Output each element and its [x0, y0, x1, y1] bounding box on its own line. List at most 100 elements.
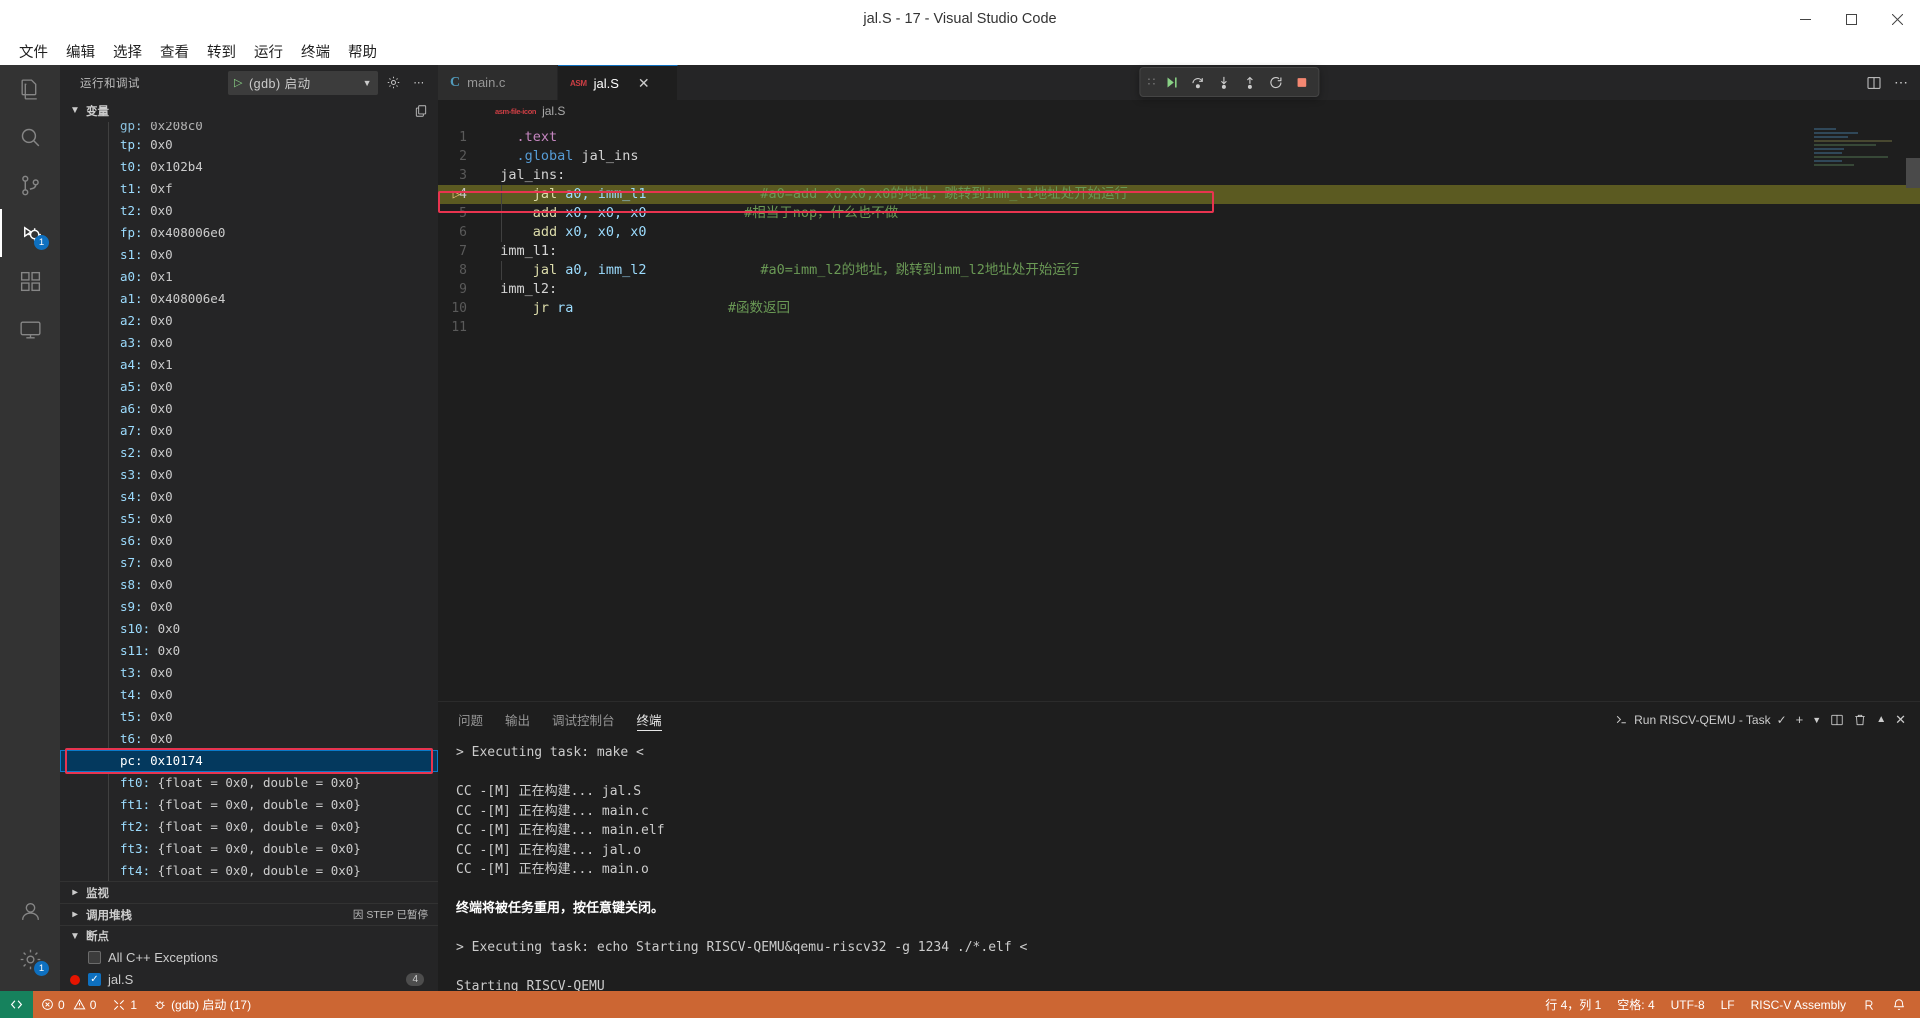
breakpoint-checkbox[interactable]: ✓ [88, 973, 101, 986]
variable-row[interactable]: a7: 0x0 [60, 420, 438, 442]
variable-row[interactable]: ft3: {float = 0x0, double = 0x0} [60, 838, 438, 860]
menu-go[interactable]: 转到 [198, 39, 245, 64]
variable-row[interactable]: ft4: {float = 0x0, double = 0x0} [60, 860, 438, 881]
status-language-mode[interactable]: RISC-V Assembly [1743, 991, 1854, 1018]
code-line[interactable]: 11 [438, 318, 1920, 337]
status-cursor-position[interactable]: 行 4，列 1 [1537, 991, 1609, 1018]
activitybar-item-accounts[interactable] [0, 887, 60, 935]
breakpoint-row[interactable]: All C++ Exceptions [60, 947, 438, 969]
status-notifications[interactable] [1884, 991, 1920, 1018]
menu-edit[interactable]: 编辑 [57, 39, 104, 64]
status-ports[interactable]: 1 [104, 991, 145, 1018]
variable-row[interactable]: a0: 0x1 [60, 266, 438, 288]
variable-row[interactable]: s1: 0x0 [60, 244, 438, 266]
section-header-watch[interactable]: ▸ 监视 [60, 881, 438, 903]
variable-row[interactable]: s8: 0x0 [60, 574, 438, 596]
launch-configuration-select[interactable]: ▷ (gdb) 启动 ▼ [228, 71, 378, 95]
status-indentation[interactable]: 空格: 4 [1609, 991, 1662, 1018]
variable-row[interactable]: ft1: {float = 0x0, double = 0x0} [60, 794, 438, 816]
variable-row[interactable]: a6: 0x0 [60, 398, 438, 420]
menu-help[interactable]: 帮助 [339, 39, 386, 64]
variable-row[interactable]: tp: 0x0 [60, 134, 438, 156]
code-line[interactable]: 1 .text [438, 128, 1920, 147]
variable-row[interactable]: ft2: {float = 0x0, double = 0x0} [60, 816, 438, 838]
terminal-selector[interactable]: Run RISCV-QEMU - Task ✓ [1615, 713, 1787, 727]
status-eol[interactable]: LF [1713, 991, 1743, 1018]
menu-file[interactable]: 文件 [10, 39, 57, 64]
step-into-button[interactable] [1211, 70, 1235, 94]
more-actions-icon[interactable]: ⋯ [1894, 74, 1908, 91]
close-button[interactable] [1874, 0, 1920, 38]
remote-indicator[interactable] [0, 991, 33, 1018]
code-line[interactable]: 6 add x0, x0, x0 [438, 223, 1920, 242]
variable-row[interactable]: fp: 0x408006e0 [60, 222, 438, 244]
variable-row[interactable]: a5: 0x0 [60, 376, 438, 398]
variable-row[interactable]: s5: 0x0 [60, 508, 438, 530]
new-terminal-icon[interactable]: + [1796, 712, 1804, 727]
activitybar-item-remote-explorer[interactable] [0, 305, 60, 353]
tab-main-c[interactable]: C main.c [438, 65, 558, 100]
variable-row[interactable]: t1: 0xf [60, 178, 438, 200]
activitybar-item-search[interactable] [0, 113, 60, 161]
panel-tab-problems[interactable]: 问题 [458, 702, 483, 737]
code-line[interactable]: 5 add x0, x0, x0 #相当于nop，什么也不做 [438, 204, 1920, 223]
menu-selection[interactable]: 选择 [104, 39, 151, 64]
variable-row[interactable]: s3: 0x0 [60, 464, 438, 486]
tab-jal-s[interactable]: ASM jal.S ✕ [558, 65, 678, 100]
code-line-current[interactable]: ▷4 jal a0, imm_l1 #a0=add x0,x0,x0的地址，跳转… [438, 185, 1920, 204]
step-out-button[interactable] [1237, 70, 1261, 94]
activitybar-item-explorer[interactable] [0, 65, 60, 113]
variable-row[interactable]: s9: 0x0 [60, 596, 438, 618]
sidebar-more-actions-button[interactable]: ⋯ [408, 72, 430, 94]
editor-scrollbar[interactable] [1906, 158, 1920, 188]
variable-row[interactable]: a1: 0x408006e4 [60, 288, 438, 310]
close-icon[interactable]: ✕ [638, 75, 650, 92]
variables-actions[interactable] [414, 104, 438, 118]
variable-row[interactable]: s11: 0x0 [60, 640, 438, 662]
status-encoding[interactable]: UTF-8 [1663, 991, 1713, 1018]
variable-row[interactable]: t2: 0x0 [60, 200, 438, 222]
menu-terminal[interactable]: 终端 [292, 39, 339, 64]
code-line[interactable]: 3 jal_ins: [438, 166, 1920, 185]
status-prettier[interactable] [1854, 991, 1884, 1018]
breadcrumb[interactable]: asm-file-icon jal.S [438, 100, 1920, 122]
panel-tab-debug-console[interactable]: 调试控制台 [552, 702, 615, 737]
drag-handle-icon[interactable]: ∷ [1145, 70, 1157, 94]
variable-row[interactable]: a2: 0x0 [60, 310, 438, 332]
breakpoint-checkbox[interactable] [88, 951, 101, 964]
maximize-panel-icon[interactable]: ▲ [1876, 714, 1886, 725]
variable-row[interactable]: t4: 0x0 [60, 684, 438, 706]
section-header-breakpoints[interactable]: ▼ 断点 [60, 925, 438, 947]
variable-row[interactable]: gp: 0x208c0 [60, 122, 438, 134]
code-line[interactable]: 10 jr ra #函数返回 [438, 299, 1920, 318]
panel-tab-terminal[interactable]: 终端 [637, 702, 662, 737]
code-editor[interactable]: 1 .text2 .global jal_ins3 jal_ins:▷4 jal… [438, 122, 1920, 701]
minimap[interactable] [1814, 128, 1906, 190]
variable-row[interactable]: a4: 0x1 [60, 354, 438, 376]
variable-row[interactable]: s2: 0x0 [60, 442, 438, 464]
menu-view[interactable]: 查看 [151, 39, 198, 64]
close-panel-icon[interactable]: ✕ [1895, 712, 1906, 728]
variable-row[interactable]: t3: 0x0 [60, 662, 438, 684]
split-editor-icon[interactable] [1866, 75, 1882, 91]
panel-tab-output[interactable]: 输出 [505, 702, 530, 737]
open-launch-json-button[interactable] [382, 72, 404, 94]
stop-button[interactable] [1289, 70, 1313, 94]
activitybar-item-extensions[interactable] [0, 257, 60, 305]
variable-row[interactable]: ft0: {float = 0x0, double = 0x0} [60, 772, 438, 794]
variables-list[interactable]: gp: 0x208c0tp: 0x0t0: 0x102b4t1: 0xft2: … [60, 122, 438, 881]
activitybar-item-manage[interactable]: 1 [0, 935, 60, 983]
step-over-button[interactable] [1185, 70, 1209, 94]
menu-run[interactable]: 运行 [245, 39, 292, 64]
restart-button[interactable] [1263, 70, 1287, 94]
section-header-callstack[interactable]: ▸ 调用堆栈 因 STEP 已暂停 [60, 903, 438, 925]
code-line[interactable]: 7 imm_l1: [438, 242, 1920, 261]
continue-button[interactable] [1159, 70, 1183, 94]
minimize-button[interactable] [1782, 0, 1828, 38]
section-header-variables[interactable]: ▼ 变量 [60, 100, 438, 122]
status-problems[interactable]: 0 0 [33, 991, 104, 1018]
trash-icon[interactable] [1853, 713, 1867, 727]
code-line[interactable]: 8 jal a0, imm_l2 #a0=imm_l2的地址，跳转到imm_l2… [438, 261, 1920, 280]
chevron-down-icon[interactable]: ▼ [1812, 715, 1821, 725]
status-debug-session[interactable]: (gdb) 启动 (17) [145, 991, 259, 1018]
